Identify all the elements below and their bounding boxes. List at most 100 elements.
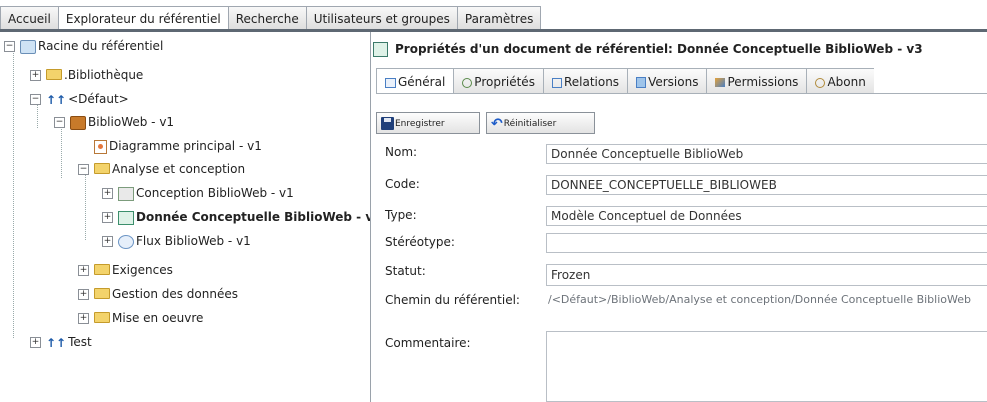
type-label: Type: bbox=[385, 208, 417, 222]
tab-versions[interactable]: Versions bbox=[627, 68, 707, 94]
tree-item-label: .Bibliothèque bbox=[64, 68, 144, 82]
expand-icon[interactable]: + bbox=[30, 337, 41, 348]
tree-item-analyse[interactable]: − Analyse et conception bbox=[78, 159, 245, 179]
floppy-disk-icon bbox=[381, 117, 394, 130]
chemin-value: /<Défaut>/BiblioWeb/Analyse et conceptio… bbox=[546, 293, 987, 321]
tree-guide bbox=[85, 170, 86, 240]
tree-item-label: Analyse et conception bbox=[112, 162, 246, 176]
expand-icon[interactable]: + bbox=[78, 313, 89, 324]
folder-icon bbox=[94, 264, 110, 275]
tree-item-label: Donnée Conceptuelle BiblioWeb - v bbox=[136, 210, 371, 224]
tree-item-bibliotheque[interactable]: + .Bibliothèque bbox=[30, 65, 143, 85]
nom-field[interactable]: Donnée Conceptuelle BiblioWeb bbox=[546, 144, 987, 164]
tree-item-donnee-conceptuelle[interactable]: + Donnée Conceptuelle BiblioWeb - v bbox=[102, 207, 371, 227]
branch-arrow-icon: ↑↑ bbox=[46, 335, 67, 350]
tree-item-label: Conception BiblioWeb - v1 bbox=[136, 186, 294, 200]
tree-item-gestion-donnees[interactable]: + Gestion des données bbox=[78, 284, 238, 304]
tree-guide bbox=[13, 48, 14, 338]
save-button-label: Enregistrer bbox=[395, 119, 445, 129]
data-model-icon bbox=[373, 42, 388, 57]
tab-proprietes[interactable]: Propriétés bbox=[453, 68, 543, 94]
commentaire-label: Commentaire: bbox=[385, 336, 471, 350]
tree-item-conception[interactable]: + Conception BiblioWeb - v1 bbox=[102, 183, 294, 203]
main-tabs: Accueil Explorateur du référentiel Reche… bbox=[0, 6, 542, 30]
stereotype-field[interactable] bbox=[546, 233, 987, 253]
tree-item-mise-en-oeuvre[interactable]: + Mise en oeuvre bbox=[78, 308, 203, 328]
tab-explorateur[interactable]: Explorateur du référentiel bbox=[57, 6, 228, 30]
permissions-icon bbox=[715, 78, 726, 87]
stereotype-label: Stéréotype: bbox=[385, 235, 455, 249]
tree-item-exigences[interactable]: + Exigences bbox=[78, 260, 173, 280]
tab-label: Général bbox=[398, 75, 446, 89]
repository-tree: − Racine du référentiel + .Bibliothèque − ↑… bbox=[0, 32, 371, 402]
expand-icon[interactable]: + bbox=[102, 188, 113, 199]
collapse-icon[interactable]: − bbox=[54, 117, 65, 128]
tree-item-label: Exigences bbox=[112, 263, 173, 277]
nom-label: Nom: bbox=[385, 145, 418, 159]
tab-permissions[interactable]: Permissions bbox=[706, 68, 807, 94]
save-button[interactable]: Enregistrer bbox=[376, 112, 480, 134]
expand-icon[interactable]: + bbox=[102, 212, 113, 223]
tab-abonnements[interactable]: Abonn bbox=[806, 68, 874, 94]
tree-item-label: BiblioWeb - v1 bbox=[88, 115, 175, 129]
tab-recherche[interactable]: Recherche bbox=[227, 6, 306, 30]
repository-root-icon bbox=[20, 39, 36, 54]
tab-relations[interactable]: Relations bbox=[542, 68, 628, 94]
panel-title-text: Propriétés d'un document de référentiel:… bbox=[395, 42, 923, 56]
collapse-icon[interactable]: − bbox=[30, 94, 41, 105]
data-model-icon bbox=[118, 210, 134, 225]
tab-label: Relations bbox=[563, 75, 620, 89]
properties-panel: Propriétés d'un document de référentiel:… bbox=[371, 32, 987, 402]
code-field[interactable]: DONNEE_CONCEPTUELLE_BIBLIOWEB bbox=[546, 175, 987, 195]
undo-icon: ↶ bbox=[491, 115, 503, 132]
tree-item-diagramme[interactable]: Diagramme principal - v1 bbox=[94, 136, 262, 156]
tab-label: Versions bbox=[648, 75, 699, 89]
tab-parametres[interactable]: Paramètres bbox=[456, 6, 542, 30]
project-package-icon bbox=[70, 115, 86, 130]
expand-icon[interactable]: + bbox=[102, 236, 113, 247]
collapse-icon[interactable]: − bbox=[4, 41, 15, 52]
tree-item-biblioweb[interactable]: − BiblioWeb - v1 bbox=[54, 112, 174, 132]
panel-title: Propriétés d'un document de référentiel:… bbox=[371, 38, 987, 60]
commentaire-field[interactable] bbox=[546, 331, 987, 402]
code-label: Code: bbox=[385, 177, 420, 191]
tree-item-root[interactable]: − Racine du référentiel bbox=[4, 36, 163, 56]
versions-icon bbox=[636, 77, 647, 88]
chemin-label: Chemin du référentiel: bbox=[385, 293, 520, 307]
statut-field[interactable]: Frozen bbox=[546, 264, 987, 286]
folder-icon bbox=[94, 312, 110, 323]
relations-icon bbox=[551, 77, 562, 88]
expand-icon[interactable]: + bbox=[78, 265, 89, 276]
expand-icon[interactable]: + bbox=[30, 70, 41, 81]
folder-icon bbox=[46, 69, 62, 80]
model-icon bbox=[118, 186, 134, 201]
tab-general[interactable]: Général bbox=[376, 68, 454, 94]
tree-item-label: Diagramme principal - v1 bbox=[109, 139, 262, 153]
tree-item-flux[interactable]: + Flux BiblioWeb - v1 bbox=[102, 231, 251, 251]
tree-item-label: Racine du référentiel bbox=[38, 39, 164, 53]
folder-icon bbox=[94, 163, 110, 174]
tab-label: Permissions bbox=[727, 75, 799, 89]
statut-label: Statut: bbox=[385, 264, 426, 278]
tab-label: Propriétés bbox=[474, 75, 535, 89]
expand-icon[interactable]: + bbox=[78, 289, 89, 300]
tree-item-defaut[interactable]: − ↑↑ <Défaut> bbox=[30, 89, 129, 109]
collapse-icon[interactable]: − bbox=[78, 164, 89, 175]
tabs-underline bbox=[376, 93, 987, 94]
diagram-document-icon bbox=[94, 139, 107, 154]
branch-arrow-icon: ↑↑ bbox=[46, 92, 67, 107]
tab-accueil[interactable]: Accueil bbox=[0, 6, 58, 30]
tree-item-label: <Défaut> bbox=[68, 92, 129, 106]
tab-utilisateurs-groupes[interactable]: Utilisateurs et groupes bbox=[305, 6, 457, 30]
type-field[interactable]: Modèle Conceptuel de Données bbox=[546, 206, 987, 226]
subscriptions-icon bbox=[815, 77, 826, 88]
flow-model-icon bbox=[118, 234, 134, 249]
main-navigation: Accueil Explorateur du référentiel Reche… bbox=[0, 0, 987, 32]
tree-item-label: Flux BiblioWeb - v1 bbox=[136, 234, 251, 248]
reset-button[interactable]: ↶Réinitialiser bbox=[486, 112, 595, 134]
tree-item-test[interactable]: + ↑↑ Test bbox=[30, 332, 92, 352]
reset-button-label: Réinitialiser bbox=[503, 119, 557, 129]
tree-item-label: Test bbox=[68, 335, 92, 349]
properties-icon bbox=[462, 77, 473, 88]
tree-item-label: Gestion des données bbox=[112, 287, 238, 301]
